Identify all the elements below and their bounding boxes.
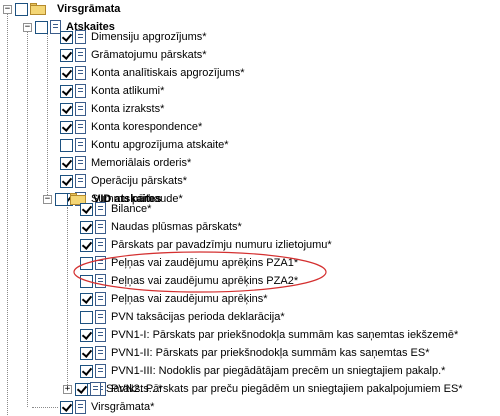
checkbox-checked[interactable] bbox=[60, 48, 73, 62]
checkbox[interactable] bbox=[60, 400, 73, 414]
tree-node-report[interactable]: Konta korespondence* bbox=[60, 118, 203, 136]
checkbox-checked[interactable] bbox=[60, 84, 73, 98]
checkbox-checked[interactable] bbox=[80, 220, 93, 234]
report-icon bbox=[75, 156, 86, 170]
node-label: Konta atlikumi* bbox=[91, 85, 165, 97]
node-label: Grāmatojumu pārskats* bbox=[91, 49, 207, 61]
node-label: Bilance* bbox=[111, 203, 152, 215]
tree-node-virsgramata-root[interactable]: − Virsgrāmata bbox=[3, 0, 121, 18]
highlight-ellipse bbox=[73, 251, 327, 293]
node-label: PVN1-III: Nodoklis par piegādātājam prec… bbox=[111, 365, 446, 377]
tree-node-report[interactable]: Konta izraksts* bbox=[60, 100, 165, 118]
node-label: Kontu apgrozījuma atskaite* bbox=[91, 139, 229, 151]
report-icon bbox=[95, 202, 106, 216]
node-label: Virsgrāmata bbox=[57, 3, 121, 15]
tree-line bbox=[32, 407, 58, 408]
tree-node-report[interactable]: Naudas plūsmas pārskats* bbox=[80, 218, 243, 236]
report-icon bbox=[95, 364, 106, 378]
checkbox[interactable] bbox=[35, 20, 48, 34]
tree-node-report[interactable]: Kontu apgrozījuma atskaite* bbox=[60, 136, 230, 154]
checkbox-checked[interactable] bbox=[60, 174, 73, 188]
tree-line bbox=[67, 207, 68, 389]
checkbox-checked[interactable] bbox=[60, 102, 73, 116]
checkbox-unchecked[interactable] bbox=[60, 138, 73, 152]
node-label: PVN1-II: Pārskats par priekšnodokļa summ… bbox=[111, 347, 430, 359]
collapse-toggle[interactable]: − bbox=[23, 22, 32, 32]
node-label: Saraksts...* bbox=[106, 383, 163, 395]
checkbox-checked[interactable] bbox=[60, 66, 73, 80]
report-icon bbox=[95, 346, 106, 360]
node-label: Dimensiju apgrozījums* bbox=[91, 31, 207, 43]
tree-node-report[interactable]: Grāmatojumu pārskats* bbox=[60, 46, 208, 64]
tree-node-report[interactable]: PVN1-II: Pārskats par priekšnodokļa summ… bbox=[80, 344, 431, 362]
node-label: PVN taksācijas perioda deklarācija* bbox=[111, 311, 285, 323]
report-icon bbox=[95, 328, 106, 342]
node-label: Konta analītiskais apgrozījums* bbox=[91, 67, 245, 79]
checkbox[interactable] bbox=[15, 2, 28, 16]
report-icon bbox=[75, 30, 86, 44]
checkbox-checked[interactable] bbox=[80, 328, 93, 342]
tree-node-report[interactable]: PVN taksācijas perioda deklarācija* bbox=[80, 308, 286, 326]
report-tree[interactable]: − Virsgrāmata − Atskaites Dimensiju apgr… bbox=[0, 0, 500, 415]
node-label: Virsgrāmata* bbox=[91, 401, 155, 413]
folder-icon bbox=[30, 3, 46, 15]
tree-line bbox=[47, 27, 48, 199]
tree-node-report[interactable]: Konta atlikumi* bbox=[60, 82, 165, 100]
node-label: PVN1-I: Pārskats par priekšnodokļa summā… bbox=[111, 329, 459, 341]
node-label: Operāciju pārskats* bbox=[91, 175, 187, 187]
report-icon bbox=[75, 84, 86, 98]
report-icon bbox=[75, 102, 86, 116]
collapse-toggle[interactable]: − bbox=[3, 4, 12, 14]
expand-toggle[interactable]: + bbox=[63, 384, 72, 394]
tree-node-report[interactable]: Dimensiju apgrozījums* bbox=[60, 28, 208, 46]
node-label: Konta izraksts* bbox=[91, 103, 165, 115]
tree-node-report[interactable]: Operāciju pārskats* bbox=[60, 172, 188, 190]
checkbox-unchecked[interactable] bbox=[80, 310, 93, 324]
tree-node-saraksts[interactable]: + Saraksts...* bbox=[63, 380, 163, 398]
tree-node-virsgramata-report[interactable]: Virsgrāmata* bbox=[60, 398, 155, 416]
checkbox-checked[interactable] bbox=[60, 120, 73, 134]
tree-node-report[interactable]: PVN1-III: Nodoklis par piegādātājam prec… bbox=[80, 362, 446, 380]
tree-line bbox=[7, 9, 8, 415]
checkbox-checked[interactable] bbox=[80, 346, 93, 360]
report-icon bbox=[75, 66, 86, 80]
tree-node-report[interactable]: Bilance* bbox=[80, 200, 152, 218]
report-icon bbox=[75, 48, 86, 62]
report-icon bbox=[75, 400, 86, 414]
tree-node-report[interactable]: Memoriālais orderis* bbox=[60, 154, 192, 172]
node-label: Konta korespondence* bbox=[91, 121, 203, 133]
node-label: Naudas plūsmas pārskats* bbox=[111, 221, 242, 233]
highlight-ellipse-shape bbox=[73, 251, 327, 293]
checkbox-checked[interactable] bbox=[60, 30, 73, 44]
node-label: Memoriālais orderis* bbox=[91, 157, 192, 169]
checkbox[interactable] bbox=[75, 382, 88, 396]
tree-node-report[interactable]: PVN1-I: Pārskats par priekšnodokļa summā… bbox=[80, 326, 459, 344]
tree-line bbox=[27, 27, 28, 407]
checkbox[interactable] bbox=[55, 192, 68, 206]
report-icon bbox=[90, 382, 101, 396]
report-icon bbox=[95, 220, 106, 234]
checkbox-checked[interactable] bbox=[60, 156, 73, 170]
checkbox-checked[interactable] bbox=[80, 364, 93, 378]
tree-node-report[interactable]: Konta analītiskais apgrozījums* bbox=[60, 64, 245, 82]
report-icon bbox=[95, 310, 106, 324]
report-icon bbox=[75, 138, 86, 152]
collapse-toggle[interactable]: − bbox=[43, 194, 52, 204]
report-icon bbox=[75, 174, 86, 188]
report-icon bbox=[75, 120, 86, 134]
checkbox-checked[interactable] bbox=[80, 202, 93, 216]
